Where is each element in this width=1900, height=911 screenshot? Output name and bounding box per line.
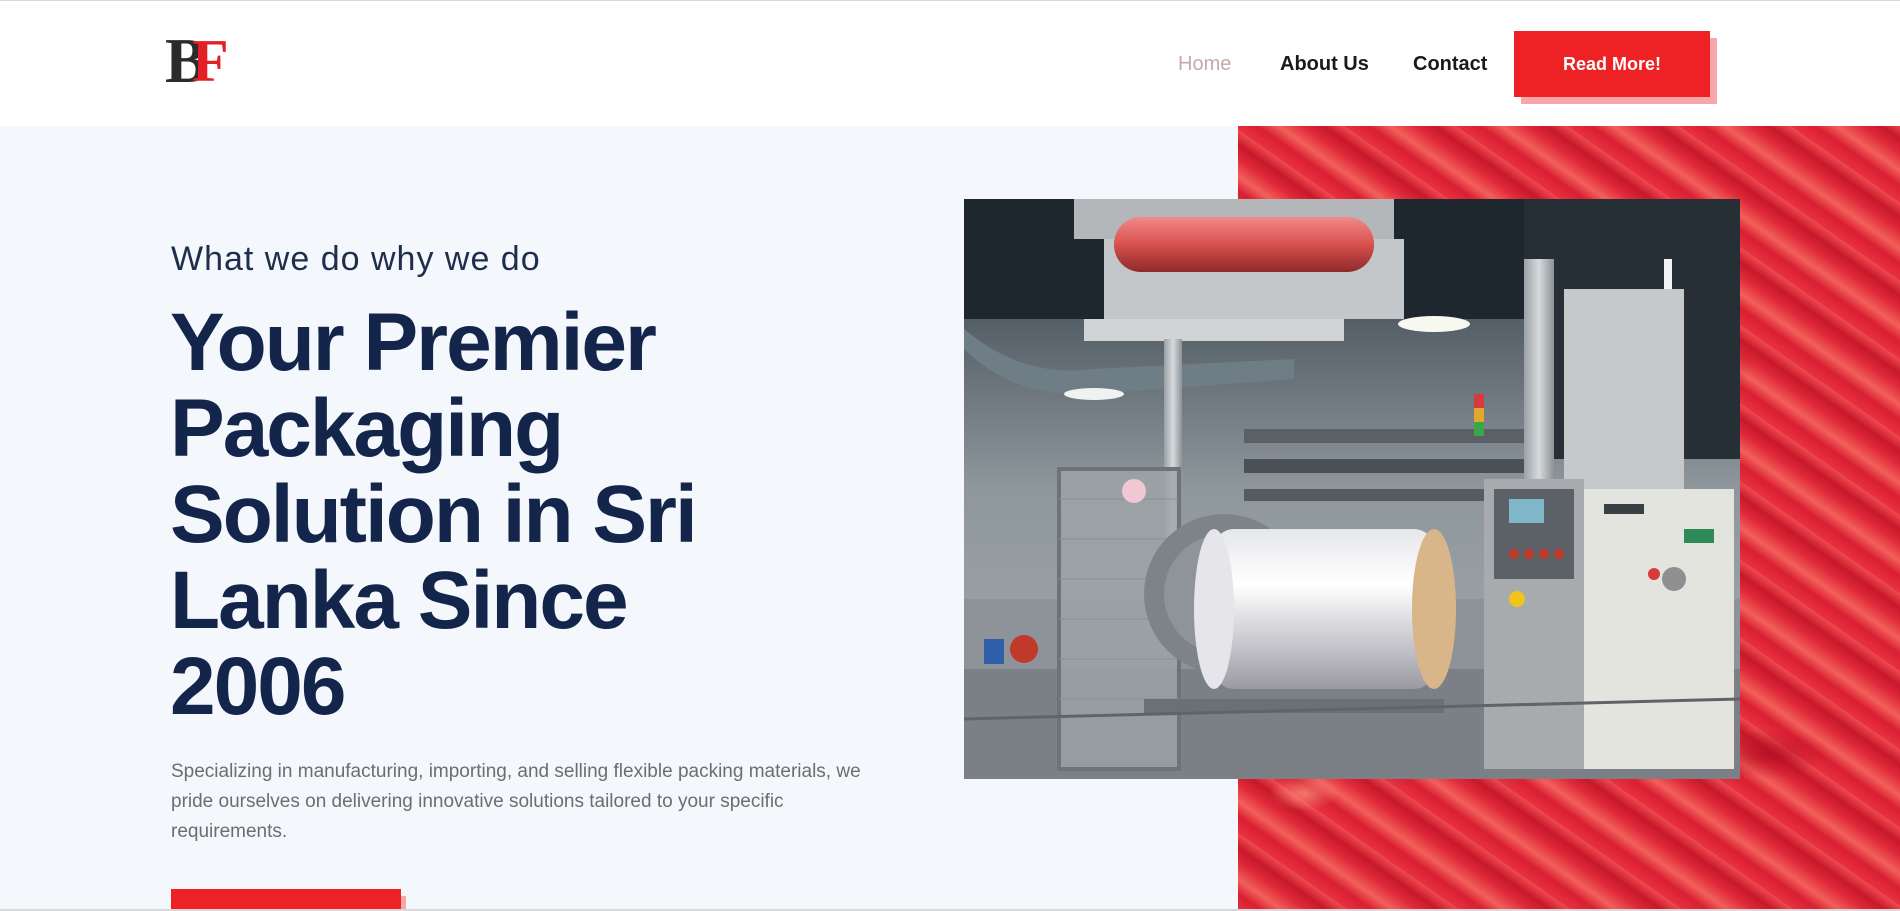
- hero-subtitle: What we do why we do: [171, 240, 541, 278]
- hero-button[interactable]: [171, 889, 401, 911]
- logo-letter-f: F: [192, 28, 229, 94]
- brand-logo[interactable]: B F: [165, 29, 240, 93]
- read-more-button[interactable]: Read More!: [1514, 31, 1710, 97]
- nav-contact-link[interactable]: Contact: [1413, 53, 1487, 76]
- nav-home-link[interactable]: Home: [1178, 53, 1231, 76]
- machine-illustration: [964, 199, 1740, 779]
- site-header: B F Home About Us Contact Read More!: [0, 1, 1900, 126]
- hero-headline: Your Premier Packaging Solution in Sri L…: [170, 297, 698, 732]
- hero-description: Specializing in manufacturing, importing…: [171, 761, 861, 842]
- nav-about-link[interactable]: About Us: [1280, 53, 1369, 76]
- machine-photo: [964, 199, 1740, 779]
